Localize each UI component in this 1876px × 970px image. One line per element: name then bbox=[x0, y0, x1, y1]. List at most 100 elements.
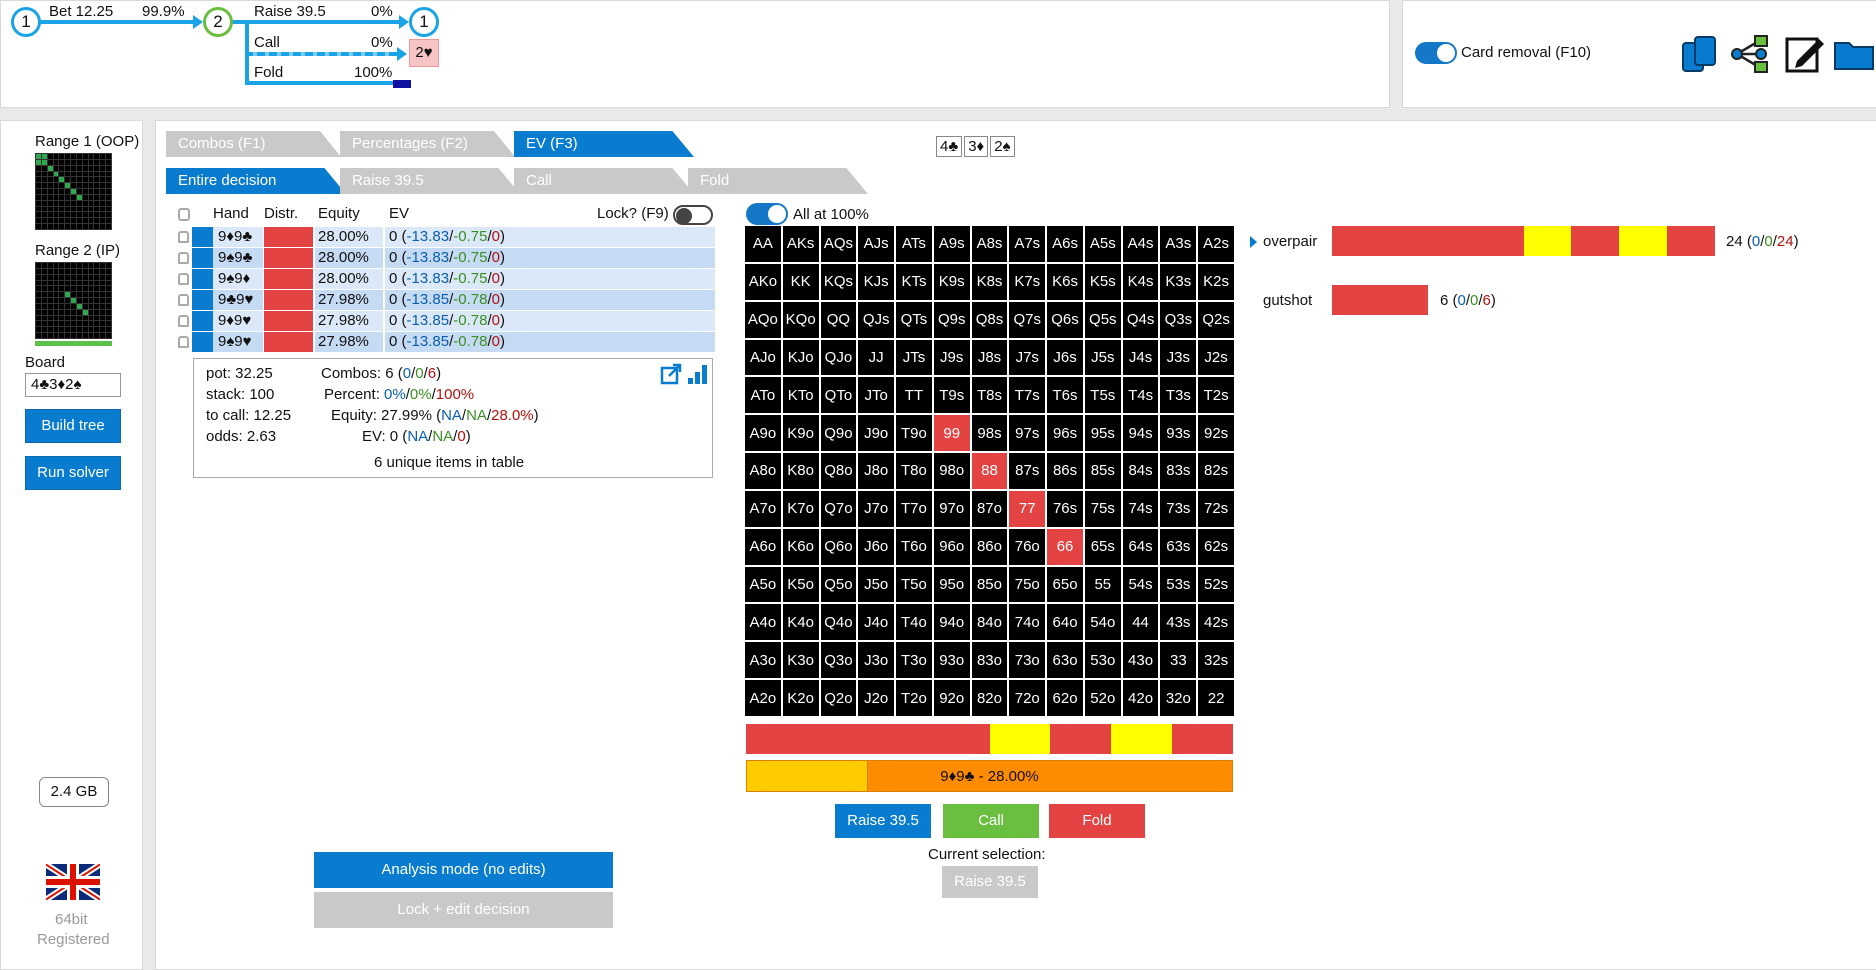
tab-raise[interactable]: Raise 39.5 bbox=[340, 168, 520, 194]
hand-cell[interactable]: Q7o bbox=[820, 490, 857, 527]
export-icon[interactable] bbox=[660, 363, 682, 385]
hand-cell[interactable]: 97s bbox=[1009, 415, 1046, 452]
hand-cell[interactable]: AKs bbox=[782, 226, 819, 262]
hand-cell[interactable]: 63o bbox=[1047, 642, 1083, 679]
hand-cell[interactable]: J9o bbox=[858, 415, 895, 452]
hand-cell[interactable]: T7s bbox=[1009, 377, 1046, 414]
hand-cell[interactable]: J3o bbox=[858, 642, 895, 679]
range2-thumbnail[interactable] bbox=[35, 262, 112, 339]
hand-cell[interactable]: K6s bbox=[1047, 263, 1083, 300]
hand-cell[interactable]: 73o bbox=[1009, 642, 1046, 679]
hand-cell[interactable]: T3o bbox=[896, 642, 932, 679]
hand-cell[interactable]: T3s bbox=[1160, 377, 1197, 414]
hand-cell[interactable]: A5s bbox=[1084, 226, 1121, 262]
hand-cell[interactable]: T9s bbox=[933, 377, 970, 414]
table-row[interactable]: 9♦9♥ 27.98% 0 (-13.85/-0.78/0) bbox=[170, 311, 715, 332]
table-row[interactable]: 9♠9♣ 28.00% 0 (-13.83/-0.75/0) bbox=[170, 248, 715, 269]
hand-cell[interactable]: 77 bbox=[1009, 490, 1046, 527]
hand-cell[interactable]: 52s bbox=[1198, 566, 1234, 603]
hand-cell[interactable]: 84s bbox=[1122, 453, 1159, 489]
hand-cell[interactable]: Q8o bbox=[820, 453, 857, 489]
hand-cell[interactable]: QTo bbox=[820, 377, 857, 414]
hand-cell[interactable]: AJs bbox=[858, 226, 895, 262]
card-removal-toggle[interactable] bbox=[1415, 42, 1457, 64]
hand-cell[interactable]: 82o bbox=[971, 680, 1008, 716]
tree-structure-icon[interactable] bbox=[1729, 33, 1771, 75]
hand-cell[interactable]: T8s bbox=[971, 377, 1008, 414]
hand-cell[interactable]: 43o bbox=[1122, 642, 1159, 679]
hand-cell[interactable]: 95o bbox=[933, 566, 970, 603]
board-input[interactable]: 4♣3♦2♠ bbox=[25, 373, 121, 397]
hand-cell[interactable]: J8o bbox=[858, 453, 895, 489]
edit-icon[interactable] bbox=[1783, 33, 1825, 75]
hand-cell[interactable]: K3s bbox=[1160, 263, 1197, 300]
lock-icon[interactable] bbox=[178, 336, 189, 348]
hand-cell[interactable]: 72o bbox=[1009, 680, 1046, 716]
table-row[interactable]: 9♦9♣ 28.00% 0 (-13.83/-0.75/0) bbox=[170, 227, 715, 248]
current-selection-button[interactable]: Raise 39.5 bbox=[942, 866, 1038, 898]
hand-cell[interactable]: J9s bbox=[933, 339, 970, 376]
hand-cell[interactable]: A3s bbox=[1160, 226, 1197, 262]
hand-cell[interactable]: K7s bbox=[1009, 263, 1046, 300]
tab-fold[interactable]: Fold bbox=[688, 168, 868, 194]
hand-cell[interactable]: KTs bbox=[896, 263, 932, 300]
hand-cell[interactable]: 87s bbox=[1009, 453, 1046, 489]
hand-cell[interactable]: 63s bbox=[1160, 528, 1197, 565]
hand-cell[interactable]: ATo bbox=[745, 377, 781, 414]
hand-cell[interactable]: J7s bbox=[1009, 339, 1046, 376]
hand-cell[interactable]: T4s bbox=[1122, 377, 1159, 414]
hand-cell[interactable]: A4s bbox=[1122, 226, 1159, 262]
hand-cell[interactable]: Q3s bbox=[1160, 301, 1197, 338]
hand-cell[interactable]: Q2o bbox=[820, 680, 857, 716]
hand-cell[interactable]: 75s bbox=[1084, 490, 1121, 527]
hand-cell[interactable]: 62o bbox=[1047, 680, 1083, 716]
call-action-button[interactable]: Call bbox=[943, 804, 1039, 838]
hand-cell[interactable]: K2o bbox=[782, 680, 819, 716]
tree-call-end-card[interactable]: 2♥ bbox=[409, 39, 439, 67]
table-row[interactable]: 9♠9♥ 27.98% 0 (-13.85/-0.78/0) bbox=[170, 332, 715, 353]
hand-cell[interactable]: J2o bbox=[858, 680, 895, 716]
hand-cell[interactable]: 98o bbox=[933, 453, 970, 489]
hand-cell[interactable]: K7o bbox=[782, 490, 819, 527]
hand-cell[interactable]: 42o bbox=[1122, 680, 1159, 716]
table-row[interactable]: 9♠9♦ 28.00% 0 (-13.83/-0.75/0) bbox=[170, 269, 715, 290]
tree-raise-label[interactable]: Raise 39.5 bbox=[254, 3, 326, 20]
hand-cell[interactable]: 64s bbox=[1122, 528, 1159, 565]
hand-cell[interactable]: QJs bbox=[858, 301, 895, 338]
hand-cell[interactable]: A9s bbox=[933, 226, 970, 262]
hand-cell[interactable]: 93s bbox=[1160, 415, 1197, 452]
hand-cell[interactable]: 87o bbox=[971, 490, 1008, 527]
tree-bet-label[interactable]: Bet 12.25 bbox=[49, 3, 113, 20]
hand-cell[interactable]: T5o bbox=[896, 566, 932, 603]
hand-cell[interactable]: 42s bbox=[1198, 604, 1234, 641]
fold-action-button[interactable]: Fold bbox=[1049, 804, 1145, 838]
hand-cell[interactable]: A6s bbox=[1047, 226, 1083, 262]
table-row[interactable]: 9♣9♥ 27.98% 0 (-13.85/-0.78/0) bbox=[170, 290, 715, 311]
hand-cell[interactable]: Q5s bbox=[1084, 301, 1121, 338]
hand-cell[interactable]: T5s bbox=[1084, 377, 1121, 414]
hand-cell[interactable]: 55 bbox=[1084, 566, 1121, 603]
hand-cell[interactable]: QJo bbox=[820, 339, 857, 376]
hand-cell[interactable]: Q4s bbox=[1122, 301, 1159, 338]
hand-cell[interactable]: 98s bbox=[971, 415, 1008, 452]
hand-cell[interactable]: T4o bbox=[896, 604, 932, 641]
hand-cell[interactable]: T7o bbox=[896, 490, 932, 527]
hand-cell[interactable]: Q3o bbox=[820, 642, 857, 679]
hand-cell[interactable]: 94s bbox=[1122, 415, 1159, 452]
tree-call-label[interactable]: Call bbox=[254, 34, 280, 51]
hand-cell[interactable]: Q9o bbox=[820, 415, 857, 452]
hand-cell[interactable]: 52o bbox=[1084, 680, 1121, 716]
hand-cell[interactable]: T2s bbox=[1198, 377, 1234, 414]
hand-cell[interactable]: T9o bbox=[896, 415, 932, 452]
hand-cell[interactable]: A6o bbox=[745, 528, 781, 565]
hand-cell[interactable]: 85o bbox=[971, 566, 1008, 603]
tab-ev[interactable]: EV (F3) bbox=[514, 131, 694, 157]
tree-node-ip[interactable]: 2 bbox=[203, 7, 233, 37]
hand-cell[interactable]: K6o bbox=[782, 528, 819, 565]
hand-cell[interactable]: A8o bbox=[745, 453, 781, 489]
hand-cell[interactable]: 65o bbox=[1047, 566, 1083, 603]
hand-cell[interactable]: 99 bbox=[933, 415, 970, 452]
tree-node-root[interactable]: 1 bbox=[11, 7, 41, 37]
hand-cell[interactable]: AQs bbox=[820, 226, 857, 262]
hand-cell[interactable]: AKo bbox=[745, 263, 781, 300]
